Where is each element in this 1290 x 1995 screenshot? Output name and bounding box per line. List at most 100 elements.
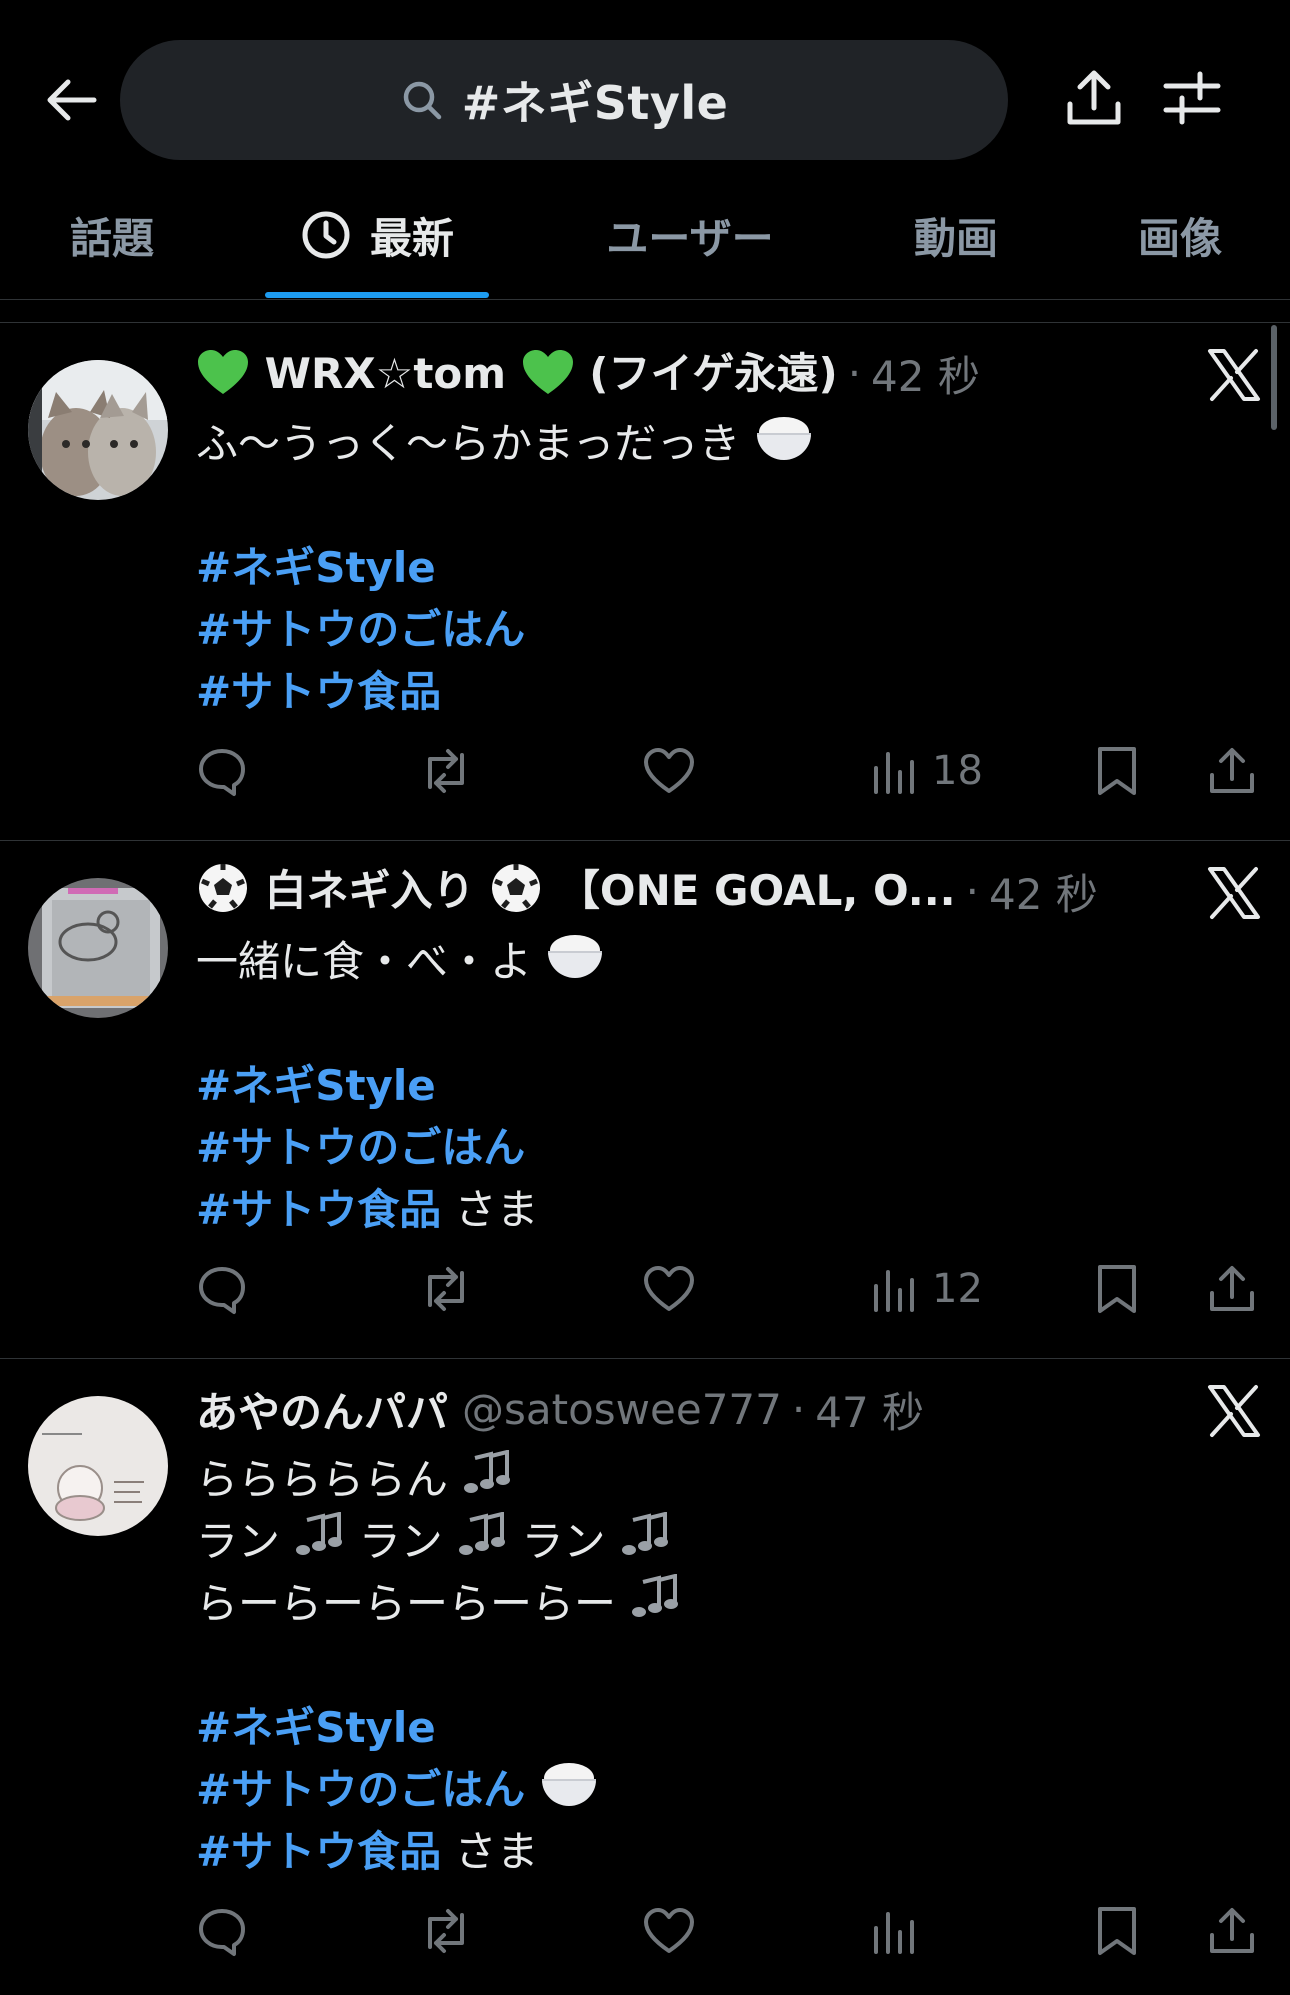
back-arrow-icon	[47, 79, 97, 121]
reply-button[interactable]	[196, 1901, 248, 1961]
view-count: 18	[932, 748, 983, 794]
post-card[interactable]: WRX☆tom (フイゲ永遠) · 42 秒 ふ〜うっく〜らかまっだっき #ネギ…	[0, 323, 1290, 841]
rice-bowl-icon	[754, 414, 814, 479]
hashtag-link[interactable]: #サトウのごはん	[196, 1765, 525, 1814]
tab-images[interactable]: 画像	[1100, 185, 1260, 285]
hashtag-link[interactable]: #サトウ食品	[196, 667, 441, 716]
hashtag-link[interactable]: #ネギStyle	[196, 1703, 436, 1752]
tab-label: 動画	[913, 213, 998, 263]
tab-trending[interactable]: 話題	[28, 185, 196, 285]
repost-button[interactable]	[418, 741, 474, 801]
tab-label: ユーザー	[606, 213, 774, 263]
separator-dot: ·	[965, 866, 979, 916]
post-text-line: ラン	[358, 1517, 443, 1566]
active-tab-indicator	[265, 292, 489, 298]
heart-icon	[644, 748, 694, 793]
soccer-ball-icon	[489, 861, 543, 923]
user-handle[interactable]: @satoswee777	[462, 1385, 782, 1434]
tab-videos[interactable]: 動画	[870, 185, 1042, 285]
share-icon	[1067, 70, 1121, 125]
display-name[interactable]: WRX☆tom (フイゲ永遠)	[196, 341, 838, 405]
post-actions: 18	[196, 741, 1266, 801]
views-button[interactable]: 18	[870, 741, 983, 801]
avatar[interactable]	[28, 878, 168, 1018]
repost-button[interactable]	[418, 1259, 474, 1319]
reply-button[interactable]	[196, 1259, 248, 1319]
soccer-ball-icon	[196, 861, 250, 923]
bookmark-icon	[1098, 1265, 1136, 1313]
rice-bowl-icon	[545, 932, 605, 997]
timestamp[interactable]: 47 秒	[815, 1379, 924, 1440]
share-icon	[1210, 1266, 1254, 1311]
separator-dot: ·	[847, 348, 862, 398]
share-post-button[interactable]	[1206, 741, 1258, 801]
display-name-text: WRX☆tom	[264, 349, 507, 399]
search-header: #ネギStyle	[0, 0, 1290, 160]
bookmark-button[interactable]	[1094, 1901, 1140, 1961]
post-text-line: ふ〜うっく〜らかまっだっき	[196, 419, 741, 468]
post-text-line: らららららん	[196, 1455, 449, 1504]
display-name-suffix: 【ONE GOAL, O...	[557, 865, 956, 915]
search-input[interactable]: #ネギStyle	[120, 40, 1008, 160]
music-notes-icon	[461, 1449, 513, 1515]
x-logo-icon	[1208, 867, 1260, 919]
reply-icon	[199, 749, 245, 796]
hashtag-link[interactable]: #サトウ食品	[196, 1185, 441, 1234]
repost-icon	[428, 1267, 464, 1311]
hashtag-link[interactable]: #サトウのごはん	[196, 605, 525, 654]
display-name[interactable]: あやのんパパ	[196, 1379, 448, 1440]
tab-label: 話題	[69, 213, 154, 263]
hashtag-link[interactable]: #ネギStyle	[196, 1061, 436, 1110]
bookmark-button[interactable]	[1094, 741, 1140, 801]
views-button[interactable]	[870, 1901, 932, 1961]
green-heart-icon	[521, 348, 575, 405]
heart-icon	[644, 1908, 694, 1953]
avatar[interactable]	[28, 360, 168, 500]
post-card[interactable]: あやのんパパ @satoswee777 · 47 秒 らららららん ラン ラン …	[0, 1359, 1290, 1995]
tab-latest[interactable]: 最新	[265, 185, 489, 285]
display-name[interactable]: 白ネギ入り 【ONE GOAL, O...	[196, 859, 956, 923]
timestamp[interactable]: 42 秒	[871, 343, 980, 404]
repost-button[interactable]	[418, 1901, 474, 1961]
hashtag-link[interactable]: #サトウ食品	[196, 1827, 441, 1876]
tab-users[interactable]: ユーザー	[580, 185, 800, 285]
share-post-button[interactable]	[1206, 1259, 1258, 1319]
post-actions: 12	[196, 1259, 1266, 1319]
timestamp[interactable]: 42 秒	[989, 861, 1098, 922]
search-filter-button[interactable]	[1156, 62, 1228, 134]
x-logo-icon	[1208, 349, 1260, 401]
separator-dot: ·	[791, 1384, 806, 1434]
avatar[interactable]	[28, 1396, 168, 1536]
music-notes-icon	[293, 1511, 345, 1577]
heart-icon	[644, 1266, 694, 1311]
hashtag-link[interactable]: #サトウのごはん	[196, 1123, 525, 1172]
bookmark-button[interactable]	[1094, 1259, 1140, 1319]
music-notes-icon	[456, 1511, 508, 1577]
share-post-button[interactable]	[1206, 1901, 1258, 1961]
like-button[interactable]	[642, 741, 696, 801]
views-bar-chart-icon	[874, 1912, 914, 1954]
back-button[interactable]	[40, 68, 104, 132]
display-name-text: 白ネギ入り	[264, 865, 475, 915]
bookmark-icon	[1098, 747, 1136, 795]
green-heart-icon	[196, 348, 250, 405]
like-button[interactable]	[642, 1901, 696, 1961]
x-logo-icon	[1208, 1385, 1260, 1437]
bookmark-icon	[1098, 1907, 1136, 1955]
share-button[interactable]	[1058, 62, 1130, 134]
scrollbar[interactable]	[1271, 325, 1277, 430]
music-notes-icon	[629, 1573, 681, 1639]
reply-icon	[199, 1909, 245, 1956]
views-button[interactable]: 12	[870, 1259, 983, 1319]
hashtag-link[interactable]: #ネギStyle	[196, 543, 436, 592]
post-card[interactable]: 白ネギ入り 【ONE GOAL, O... · 42 秒 一緒に食・べ・よ #ネ…	[0, 841, 1290, 1359]
search-tabs: 話題 最新 ユーザー 動画 画像	[0, 185, 1290, 300]
rice-bowl-icon	[539, 1760, 599, 1825]
view-count: 12	[932, 1266, 983, 1312]
reply-button[interactable]	[196, 741, 248, 801]
like-button[interactable]	[642, 1259, 696, 1319]
post-text-line: 一緒に食・べ・よ	[196, 937, 533, 986]
sliders-icon	[1163, 71, 1221, 125]
divider	[0, 301, 1290, 323]
music-notes-icon	[619, 1511, 671, 1577]
